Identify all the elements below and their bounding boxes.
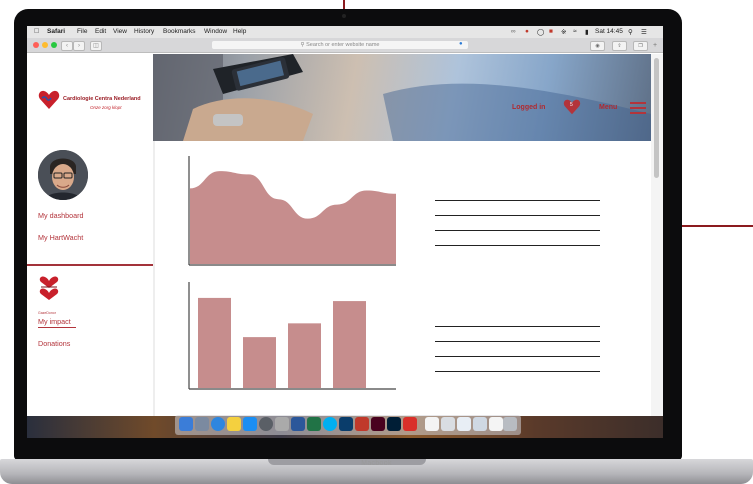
heart-badge-count: 5 xyxy=(570,102,573,108)
address-bar[interactable]: ⚲ Search or enter website name xyxy=(212,41,468,49)
hamburger-menu-icon[interactable] xyxy=(630,102,646,114)
circle-status-icon[interactable]: ◯ xyxy=(537,28,544,36)
bar-3 xyxy=(288,323,321,388)
legend-line xyxy=(435,215,600,216)
bar-2 xyxy=(243,337,276,388)
sidebar-item-hartwacht[interactable]: My HartWacht xyxy=(38,233,83,242)
trash-icon[interactable] xyxy=(503,417,517,431)
indesign-icon[interactable] xyxy=(371,417,385,431)
photoshop-icon[interactable] xyxy=(387,417,401,431)
home-icon[interactable] xyxy=(425,417,439,431)
safari-icon[interactable] xyxy=(211,417,225,431)
accent-line-right xyxy=(682,225,753,227)
bar-1 xyxy=(198,297,231,388)
photos-icon[interactable] xyxy=(275,417,289,431)
apple-icon[interactable]:  xyxy=(34,28,39,35)
skype-icon[interactable] xyxy=(323,417,337,431)
legend-line xyxy=(435,245,600,246)
sidebar-divider xyxy=(27,264,153,266)
file-icon[interactable] xyxy=(489,417,503,431)
tabs-overview-icon[interactable]: ❐ xyxy=(633,41,648,51)
menu-help[interactable]: Help xyxy=(233,28,246,35)
camera-icon xyxy=(342,14,346,18)
minimize-window-button[interactable] xyxy=(42,42,48,48)
gazedonor-label: GazeDonor xyxy=(38,311,56,315)
bar-chart xyxy=(188,282,396,390)
address-placeholder: Search or enter website name xyxy=(306,42,380,48)
notification-list-icon[interactable]: ☰ xyxy=(641,28,647,36)
legend-line xyxy=(435,230,600,231)
extension-icon[interactable]: ◉ xyxy=(590,41,605,51)
safari-toolbar: ‹ › ◫ ⚲ Search or enter website name ● ◉… xyxy=(27,38,663,53)
reader-icon[interactable]: ● xyxy=(459,41,463,47)
acrobat-icon[interactable] xyxy=(355,417,369,431)
excel-icon[interactable] xyxy=(307,417,321,431)
laptop-screen:  Safari File Edit View History Bookmark… xyxy=(27,26,663,438)
device-label: Macbook xyxy=(361,460,392,467)
spotlight-icon[interactable]: ⚲ xyxy=(628,28,633,36)
notes-icon[interactable] xyxy=(227,417,241,431)
gazedonor-logo-icon[interactable] xyxy=(38,276,60,310)
menu-view[interactable]: View xyxy=(113,28,127,35)
sidebar-item-donations[interactable]: Donations xyxy=(38,339,70,348)
legend-line xyxy=(435,356,600,357)
document-icon[interactable] xyxy=(457,417,471,431)
launchpad-icon[interactable] xyxy=(195,417,209,431)
scrollbar-thumb[interactable] xyxy=(654,58,659,178)
battery-icon: ▮ xyxy=(585,29,589,36)
zoom-window-button[interactable] xyxy=(51,42,57,48)
brand-name[interactable]: Cardiologie Centra Nederland xyxy=(63,96,141,102)
heart-logo-icon[interactable] xyxy=(38,90,60,110)
sidebar-item-impact[interactable]: My impact xyxy=(38,317,71,326)
back-icon[interactable]: ‹ xyxy=(61,41,73,51)
colorful-app-icon[interactable]: ● xyxy=(525,28,529,35)
active-underline xyxy=(38,327,76,328)
folder-icon[interactable] xyxy=(441,417,455,431)
glasses-icon[interactable]: ∞ xyxy=(511,28,516,35)
menu-window[interactable]: Window xyxy=(204,28,227,35)
menu-bookmarks[interactable]: Bookmarks xyxy=(163,28,196,35)
logged-in-label[interactable]: Logged in xyxy=(512,104,545,111)
hero-photo-shapes xyxy=(153,54,651,141)
avatar-portrait xyxy=(38,150,88,200)
app-store-icon[interactable] xyxy=(243,417,257,431)
system-preferences-icon[interactable] xyxy=(259,417,273,431)
bar-4 xyxy=(333,301,366,388)
downloads-icon[interactable] xyxy=(473,417,487,431)
app-icon[interactable] xyxy=(403,417,417,431)
terminal-icon[interactable] xyxy=(339,417,353,431)
menu-edit[interactable]: Edit xyxy=(95,28,106,35)
legend-line xyxy=(435,341,600,342)
user-avatar[interactable] xyxy=(38,150,88,200)
menubar-clock[interactable]: Sat 14:45 xyxy=(595,28,623,35)
menu-history[interactable]: History xyxy=(134,28,154,35)
shield-icon[interactable]: ■ xyxy=(549,28,553,35)
sidebar-item-dashboard[interactable]: My dashboard xyxy=(38,211,84,220)
legend-line xyxy=(435,371,600,372)
area-chart xyxy=(188,156,396,266)
legend-line xyxy=(435,326,600,327)
word-icon[interactable] xyxy=(291,417,305,431)
forward-icon[interactable]: › xyxy=(73,41,85,51)
menu-app-name[interactable]: Safari xyxy=(47,28,65,35)
bluetooth-icon[interactable]: ※ xyxy=(561,28,566,36)
sidebar-toggle-icon[interactable]: ◫ xyxy=(90,41,102,51)
new-tab-icon[interactable]: + xyxy=(653,42,657,49)
close-window-button[interactable] xyxy=(33,42,39,48)
finder-icon[interactable] xyxy=(179,417,193,431)
wifi-icon[interactable]: ≈ xyxy=(573,28,577,35)
legend-line xyxy=(435,200,600,201)
brand-tagline: Onze zorg klopt xyxy=(90,105,122,110)
area-chart-series xyxy=(190,171,396,264)
share-icon[interactable]: ⇧ xyxy=(612,41,627,51)
menu-file[interactable]: File xyxy=(77,28,87,35)
mac-menubar:  Safari File Edit View History Bookmark… xyxy=(27,26,663,38)
menu-label[interactable]: Menu xyxy=(599,104,617,111)
hero-image: Logged in 5 Menu xyxy=(153,54,651,141)
